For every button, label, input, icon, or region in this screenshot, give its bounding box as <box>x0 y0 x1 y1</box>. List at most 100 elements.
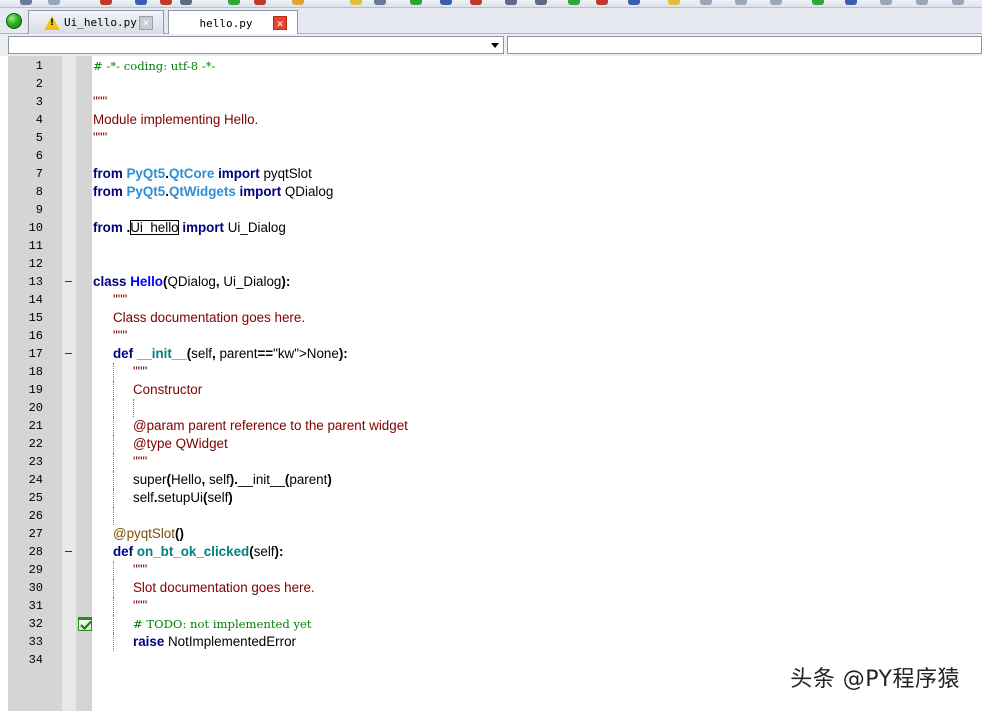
toolbar-icon[interactable] <box>596 0 608 5</box>
line-number: 28 <box>28 545 43 559</box>
toolbar-icon[interactable] <box>470 0 482 5</box>
code-text: Constructor <box>133 382 203 397</box>
code-line[interactable]: 2 <box>0 75 982 93</box>
toolbar-icon[interactable] <box>628 0 640 5</box>
toolbar-icon[interactable] <box>374 0 386 5</box>
code-line[interactable]: 8 from PyQt5.QtWidgets import QDialog <box>0 183 982 201</box>
code-line[interactable]: 30 Slot documentation goes here. <box>0 579 982 597</box>
line-number: 4 <box>35 113 43 127</box>
toolbar-icon[interactable] <box>440 0 452 5</box>
code-line[interactable]: 32 # TODO: not implemented yet <box>0 615 982 633</box>
toolbar-icon[interactable] <box>735 0 747 5</box>
line-number: 31 <box>28 599 43 613</box>
code-text: raise NotImplementedError <box>133 634 297 649</box>
line-number: 10 <box>28 221 43 235</box>
line-number: 1 <box>35 59 43 73</box>
code-line[interactable]: 15 Class documentation goes here. <box>0 309 982 327</box>
toolbar-icon[interactable] <box>770 0 782 5</box>
code-line[interactable]: 27 @pyqtSlot() <box>0 525 982 543</box>
line-number: 25 <box>28 491 43 505</box>
toolbar-icon[interactable] <box>350 0 362 5</box>
code-line[interactable]: 11 <box>0 237 982 255</box>
tab-hello[interactable]: hello.py ✕ <box>168 10 298 35</box>
line-number: 33 <box>28 635 43 649</box>
line-number: 16 <box>28 329 43 343</box>
toolbar-icon[interactable] <box>535 0 547 5</box>
toolbar-icon[interactable] <box>20 0 32 5</box>
close-icon[interactable]: ✕ <box>139 15 153 30</box>
code-line[interactable]: 24 super(Hello, self).__init__(parent) <box>0 471 982 489</box>
code-text: Module implementing Hello. <box>93 112 259 127</box>
code-line[interactable]: 9 <box>0 201 982 219</box>
toolbar-icon[interactable] <box>228 0 240 5</box>
code-line[interactable]: 18 """ <box>0 363 982 381</box>
code-text: # -*- coding: utf-8 -*- <box>93 59 216 73</box>
code-line[interactable]: 7 from PyQt5.QtCore import pyqtSlot <box>0 165 982 183</box>
toolbar-icon[interactable] <box>916 0 928 5</box>
toolbar-icon[interactable] <box>952 0 964 5</box>
line-number: 3 <box>35 95 43 109</box>
code-line[interactable]: 1 # -*- coding: utf-8 -*- <box>0 57 982 75</box>
code-line[interactable]: 21 @param parent reference to the parent … <box>0 417 982 435</box>
code-editor[interactable]: 1 # -*- coding: utf-8 -*- 2 3 """ 4 Module imp… <box>0 56 982 711</box>
code-line[interactable]: 33 raise NotImplementedError <box>0 633 982 651</box>
code-line[interactable]: 6 <box>0 147 982 165</box>
code-line[interactable]: 10 from .Ui_hello import Ui_Dialog <box>0 219 982 237</box>
toolbar-icon[interactable] <box>505 0 517 5</box>
code-line[interactable]: 25 self.setupUi(self) <box>0 489 982 507</box>
indent-guide <box>113 399 114 417</box>
code-line[interactable]: 19 Constructor <box>0 381 982 399</box>
toolbar-icon[interactable] <box>180 0 192 5</box>
code-line[interactable]: 22 @type QWidget <box>0 435 982 453</box>
code-line[interactable]: 13 class Hello(QDialog, Ui_Dialog): <box>0 273 982 291</box>
indent-guide <box>113 561 114 579</box>
code-line[interactable]: 23 """ <box>0 453 982 471</box>
code-line[interactable]: 26 <box>0 507 982 525</box>
code-line[interactable]: 31 """ <box>0 597 982 615</box>
toolbar-icon[interactable] <box>410 0 422 5</box>
code-text: # TODO: not implemented yet <box>133 617 312 631</box>
code-line[interactable]: 16 """ <box>0 327 982 345</box>
toolbar-icon[interactable] <box>845 0 857 5</box>
toolbar-icon[interactable] <box>700 0 712 5</box>
toolbar-icon[interactable] <box>135 0 147 5</box>
code-text: super(Hello, self).__init__(parent) <box>133 472 332 487</box>
code-line[interactable]: 4 Module implementing Hello. <box>0 111 982 129</box>
code-line[interactable]: 29 """ <box>0 561 982 579</box>
toolbar-icon[interactable] <box>254 0 266 5</box>
line-number: 26 <box>28 509 43 523</box>
fold-toggle-icon[interactable] <box>65 551 72 552</box>
line-number: 24 <box>28 473 43 487</box>
task-marker-icon[interactable] <box>78 617 92 631</box>
member-selector-dropdown[interactable] <box>507 36 982 54</box>
toolbar-icon[interactable] <box>100 0 112 5</box>
code-line[interactable]: 20 <box>0 399 982 417</box>
indent-guide <box>113 453 114 471</box>
chevron-down-icon[interactable] <box>491 43 499 48</box>
tab-ui-hello[interactable]: Ui_hello.py ✕ <box>28 10 164 34</box>
code-line[interactable]: 5 """ <box>0 129 982 147</box>
line-number: 27 <box>28 527 43 541</box>
toolbar-icon[interactable] <box>880 0 892 5</box>
code-line[interactable]: 3 """ <box>0 93 982 111</box>
code-line[interactable]: 28 def on_bt_ok_clicked(self): <box>0 543 982 561</box>
code-line[interactable]: 12 <box>0 255 982 273</box>
line-number: 5 <box>35 131 43 145</box>
indent-guide <box>113 615 114 633</box>
code-line[interactable]: 17 def __init__(self, parent=="kw">None): <box>0 345 982 363</box>
toolbar-icon[interactable] <box>568 0 580 5</box>
line-number: 6 <box>35 149 43 163</box>
watermark: 头条 @PY程序猿 <box>790 667 960 692</box>
fold-toggle-icon[interactable] <box>65 353 72 354</box>
toolbar-icon[interactable] <box>292 0 304 5</box>
toolbar-icon[interactable] <box>812 0 824 5</box>
toolbar-icon[interactable] <box>160 0 172 5</box>
close-icon[interactable]: ✕ <box>273 16 287 30</box>
code-text: """ <box>93 94 108 109</box>
toolbar-icon[interactable] <box>48 0 60 5</box>
class-selector-dropdown[interactable] <box>8 36 504 54</box>
fold-toggle-icon[interactable] <box>65 281 72 282</box>
code-line[interactable]: 14 """ <box>0 291 982 309</box>
toolbar-icon[interactable] <box>668 0 680 5</box>
indent-guide <box>113 471 114 489</box>
